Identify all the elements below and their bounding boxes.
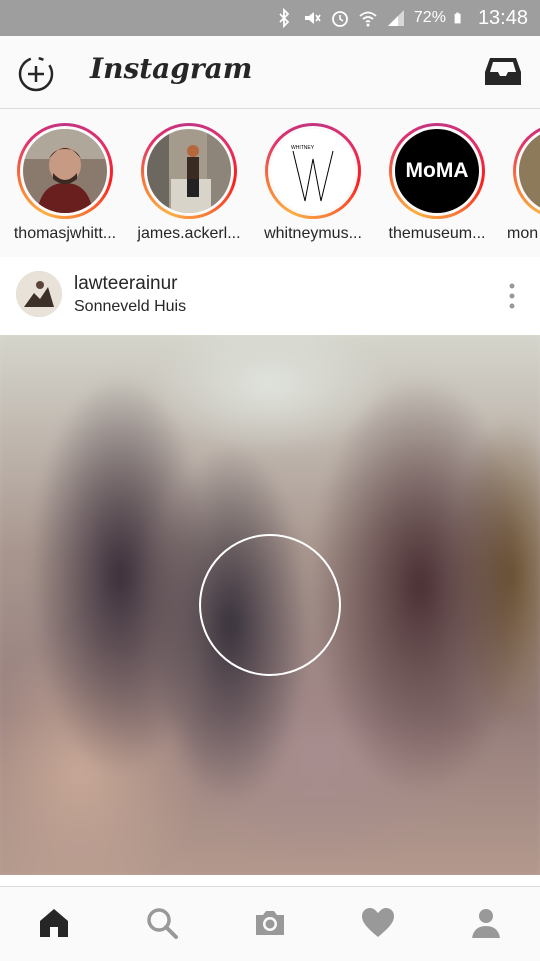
heart-icon[interactable]	[360, 905, 396, 941]
story-avatar	[23, 129, 107, 213]
signal-icon	[387, 10, 404, 26]
wifi-icon	[359, 11, 377, 27]
alarm-icon	[332, 11, 348, 27]
more-options-icon[interactable]	[508, 283, 516, 309]
story-avatar: MoMA	[395, 129, 479, 213]
story-avatar: WHITNEY	[271, 129, 355, 213]
post-author-avatar[interactable]	[16, 271, 62, 317]
story-item[interactable]: thomasjwhitt...	[3, 123, 127, 243]
battery-level: 72%	[413, 9, 446, 26]
app-header: Instagram	[0, 36, 540, 109]
post-header: lawteerainur Sonneveld Huis	[0, 257, 540, 335]
camera-icon[interactable]	[252, 905, 288, 941]
add-story-icon[interactable]	[16, 54, 56, 94]
story-username: themuseum...	[388, 225, 486, 242]
stories-tray: thomasjwhitt... james.ackerl... WHITNEY …	[0, 109, 540, 258]
story-avatar	[147, 129, 231, 213]
story-item[interactable]: mon	[499, 123, 540, 243]
status-bar: 72% 13:48	[0, 0, 540, 36]
story-item[interactable]: MoMA themuseum...	[375, 123, 499, 243]
moma-logo-text: MoMA	[405, 159, 469, 182]
clock: 13:48	[477, 6, 528, 29]
story-item[interactable]: WHITNEY whitneymus...	[251, 123, 375, 243]
story-ring	[141, 123, 237, 219]
status-icons: 72% 13:48	[274, 0, 528, 36]
post-location[interactable]: Sonneveld Huis	[74, 298, 186, 316]
story-ring: WHITNEY	[265, 123, 361, 219]
whitney-logo-text: WHITNEY	[291, 145, 315, 151]
mute-icon	[304, 12, 321, 24]
bottom-tab-bar	[0, 886, 540, 961]
story-username: whitneymus...	[264, 225, 362, 242]
post-author-username[interactable]: lawteerainur	[74, 273, 178, 295]
story-avatar	[519, 129, 540, 213]
profile-icon[interactable]	[468, 905, 504, 941]
story-ring	[17, 123, 113, 219]
app-logo: Instagram	[90, 52, 253, 85]
search-icon[interactable]	[144, 905, 180, 941]
bluetooth-icon	[279, 8, 290, 28]
story-item[interactable]: james.ackerl...	[127, 123, 251, 243]
story-username: thomasjwhitt...	[13, 225, 117, 242]
story-ring: MoMA	[389, 123, 485, 219]
loading-spinner	[199, 534, 341, 676]
post-media[interactable]	[0, 335, 540, 875]
battery-icon	[454, 12, 461, 24]
inbox-icon[interactable]	[484, 56, 522, 88]
home-icon[interactable]	[36, 905, 72, 941]
story-username: mon	[507, 225, 539, 242]
story-ring	[513, 123, 540, 219]
story-username: james.ackerl...	[137, 225, 241, 242]
